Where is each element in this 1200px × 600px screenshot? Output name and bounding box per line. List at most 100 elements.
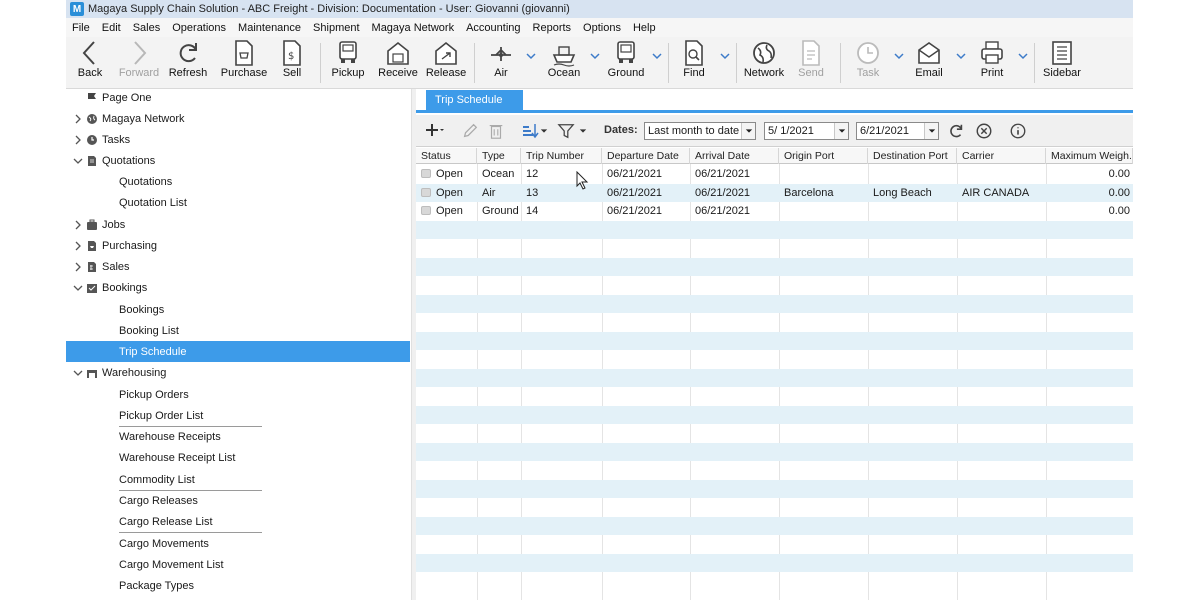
tree-item-warehouse-receipts[interactable]: Warehouse Receipts — [119, 426, 221, 447]
chevron-down-icon[interactable] — [72, 367, 84, 379]
tree-item-booking-list[interactable]: Booking List — [119, 320, 179, 341]
empty-table-row[interactable] — [416, 405, 1133, 424]
ground-dropdown-chevron-icon[interactable] — [652, 51, 662, 61]
chevron-down-icon[interactable] — [72, 155, 84, 167]
tree-item-cargo-release-list[interactable]: Cargo Release List — [119, 511, 213, 532]
empty-table-row[interactable] — [416, 387, 1133, 406]
tree-item-quotation-list[interactable]: Quotation List — [119, 192, 187, 213]
tree-item-cargo-releases[interactable]: Cargo Releases — [119, 490, 198, 511]
ocean-button[interactable]: Ocean — [544, 39, 584, 87]
chevron-right-icon[interactable] — [72, 261, 84, 273]
tree-item-trip-schedule-selected[interactable] — [66, 341, 410, 362]
chevron-down-icon[interactable] — [834, 123, 848, 139]
send-button[interactable]: Send — [796, 39, 826, 87]
empty-table-row[interactable] — [416, 442, 1133, 461]
menu-shipment[interactable]: Shipment — [307, 22, 365, 34]
sidebar-button[interactable]: Sidebar — [1043, 39, 1081, 87]
task-dropdown-chevron-icon[interactable] — [894, 51, 904, 61]
column-header-type[interactable]: Type — [477, 148, 521, 164]
tree-item-warehouse-receipt-list[interactable]: Warehouse Receipt List — [119, 447, 235, 468]
filter-dropdown-chevron-icon[interactable] — [578, 121, 588, 141]
tree-item-commodity-list[interactable]: Commodity List — [119, 469, 195, 490]
empty-table-row[interactable] — [416, 424, 1133, 443]
empty-table-row[interactable] — [416, 535, 1133, 554]
menu-edit[interactable]: Edit — [96, 22, 127, 34]
email-button[interactable]: Email — [914, 39, 944, 87]
tree-item-quotations-sub[interactable]: Quotations — [119, 171, 172, 192]
empty-table-row[interactable] — [416, 479, 1133, 498]
tree-item-bookings-sub[interactable]: Bookings — [119, 299, 164, 320]
column-header-arrival-date[interactable]: Arrival Date — [690, 148, 779, 164]
empty-table-row[interactable] — [416, 498, 1133, 517]
empty-table-row[interactable] — [416, 461, 1133, 480]
date-range-select[interactable]: Last month to date — [644, 122, 756, 140]
empty-table-row[interactable] — [416, 313, 1133, 332]
filter-icon[interactable] — [556, 121, 576, 141]
column-header-status[interactable]: Status — [416, 148, 477, 164]
info-icon[interactable] — [1008, 121, 1028, 141]
empty-table-row[interactable] — [416, 257, 1133, 276]
tree-item-pickup-order-list[interactable]: Pickup Order List — [119, 405, 203, 426]
tree-item-pickup-orders[interactable]: Pickup Orders — [119, 384, 189, 405]
column-header-destination-port[interactable]: Destination Port — [868, 148, 957, 164]
column-header-maximum-weight[interactable]: Maximum Weigh... — [1046, 148, 1133, 164]
empty-table-row[interactable] — [416, 331, 1133, 350]
sell-button[interactable]: $ Sell — [280, 39, 304, 87]
empty-table-row[interactable] — [416, 350, 1133, 369]
empty-table-row[interactable] — [416, 553, 1133, 572]
empty-table-row[interactable] — [416, 572, 1133, 591]
date-from-picker[interactable]: 5/ 1/2021 — [764, 122, 849, 140]
air-button[interactable]: Air — [486, 39, 516, 87]
tree-item-magaya-network[interactable]: Magaya Network — [72, 108, 185, 129]
tree-item-quotations[interactable]: Quotations — [72, 150, 155, 171]
tree-item-cargo-movement-list[interactable]: Cargo Movement List — [119, 554, 224, 575]
refresh-button[interactable]: Refresh — [169, 39, 207, 87]
tree-item-page-one[interactable]: Page One — [86, 87, 152, 108]
menu-maintenance[interactable]: Maintenance — [232, 22, 307, 34]
menu-reports[interactable]: Reports — [527, 22, 578, 34]
edit-pencil-icon[interactable] — [460, 121, 480, 141]
menu-sales[interactable]: Sales — [127, 22, 167, 34]
print-dropdown-chevron-icon[interactable] — [1018, 51, 1028, 61]
task-button[interactable]: Task — [854, 39, 882, 87]
print-button[interactable]: Print — [978, 39, 1006, 87]
empty-table-row[interactable] — [416, 239, 1133, 258]
menu-accounting[interactable]: Accounting — [460, 22, 526, 34]
network-button[interactable]: Network — [744, 39, 784, 87]
release-button[interactable]: Release — [426, 39, 466, 87]
empty-table-row[interactable] — [416, 294, 1133, 313]
column-header-carrier[interactable]: Carrier — [957, 148, 1046, 164]
column-header-origin-port[interactable]: Origin Port — [779, 148, 868, 164]
sort-icon[interactable] — [520, 121, 540, 141]
delete-trash-icon[interactable] — [486, 121, 506, 141]
refresh-icon[interactable] — [946, 121, 966, 141]
tree-item-jobs[interactable]: Jobs — [72, 214, 125, 235]
column-header-departure-date[interactable]: Departure Date — [602, 148, 690, 164]
receive-button[interactable]: Receive — [378, 39, 418, 87]
chevron-down-icon[interactable] — [72, 282, 84, 294]
clear-filter-icon[interactable] — [974, 121, 994, 141]
ground-button[interactable]: Ground — [606, 39, 646, 87]
sort-dropdown-chevron-icon[interactable] — [539, 121, 549, 141]
find-button[interactable]: Find — [680, 39, 708, 87]
tree-item-trip-schedule[interactable]: Trip Schedule — [119, 341, 186, 362]
chevron-down-icon[interactable] — [741, 123, 755, 139]
tree-item-purchasing[interactable]: Purchasing — [72, 235, 157, 256]
column-header-trip-number[interactable]: Trip Number — [521, 148, 602, 164]
empty-table-row[interactable] — [416, 276, 1133, 295]
tree-item-bookings[interactable]: Bookings — [72, 277, 147, 298]
email-dropdown-chevron-icon[interactable] — [956, 51, 966, 61]
menu-magaya-network[interactable]: Magaya Network — [366, 22, 461, 34]
chevron-down-icon[interactable] — [924, 123, 938, 139]
tree-item-cargo-movements[interactable]: Cargo Movements — [119, 533, 209, 554]
find-dropdown-chevron-icon[interactable] — [720, 51, 730, 61]
empty-table-row[interactable] — [416, 220, 1133, 239]
ocean-dropdown-chevron-icon[interactable] — [590, 51, 600, 61]
forward-button[interactable]: Forward — [118, 39, 160, 87]
menu-operations[interactable]: Operations — [166, 22, 232, 34]
back-button[interactable]: Back — [76, 39, 104, 87]
tree-item-warehousing[interactable]: Warehousing — [72, 362, 166, 383]
pickup-button[interactable]: Pickup — [330, 39, 366, 87]
menu-options[interactable]: Options — [577, 22, 627, 34]
table-row[interactable]: Open Ground 14 06/21/2021 06/21/2021 0.00 — [416, 202, 1133, 221]
